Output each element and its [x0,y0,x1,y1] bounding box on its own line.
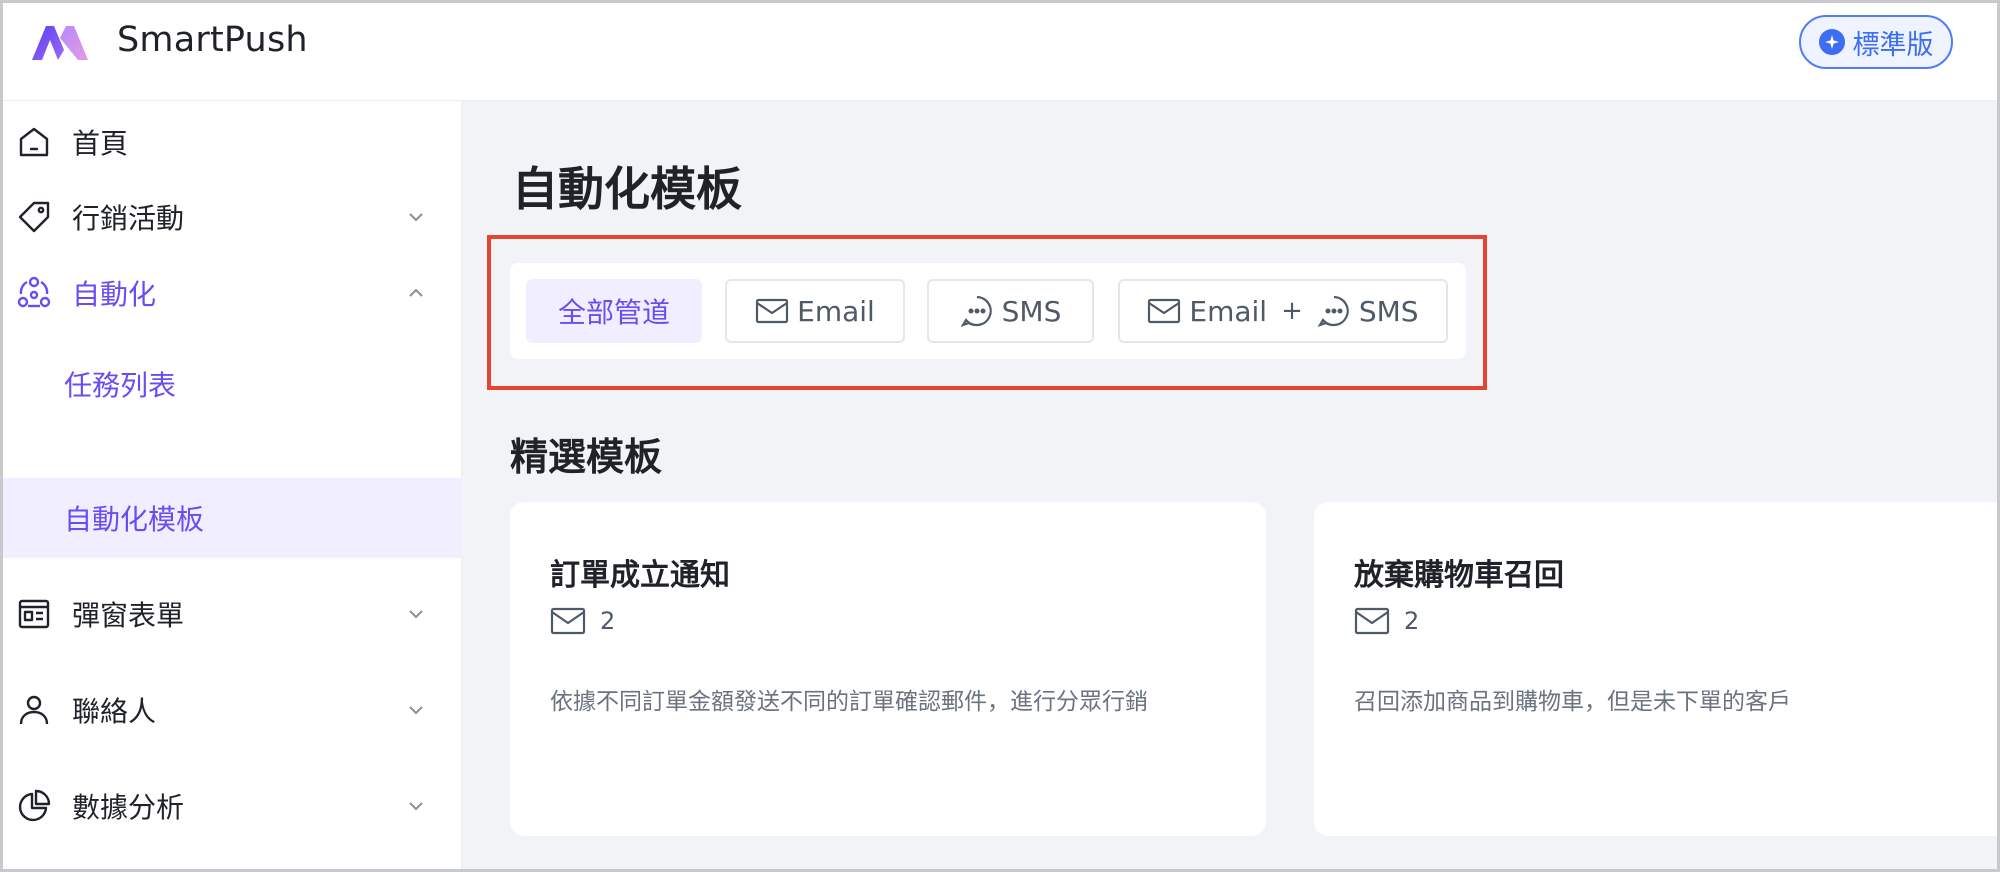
card-description: 召回添加商品到購物車，但是未下單的客戶 [1354,689,1791,715]
form-window-icon [18,599,50,629]
filter-sms[interactable]: SMS [927,279,1094,343]
sidebar-item-label: 行銷活動 [72,202,185,235]
top-header: SmartPush 標準版 [0,0,2000,101]
plus-sign: + [1281,296,1303,326]
card-title: 放棄購物車召回 [1354,558,1564,593]
pie-chart-icon [18,789,51,822]
card-title: 訂單成立通知 [550,558,730,593]
sidebar-item-home[interactable]: 首頁 [0,102,462,182]
filter-all-channels[interactable]: 全部管道 [526,279,702,343]
filter-label: SMS [1001,294,1062,328]
template-card[interactable]: 放棄購物車召回 2 召回添加商品到購物車，但是未下單的客戶 [1314,502,2000,836]
filter-label: SMS [1358,294,1419,328]
chat-bubble-icon [960,295,992,327]
sidebar-subitem-automation-templates[interactable]: 自動化模板 [0,478,462,558]
template-card[interactable]: 訂單成立通知 2 依據不同訂單金額發送不同的訂單確認郵件，進行分眾行銷 [510,502,1266,836]
filter-label: Email [1189,294,1268,328]
envelope-icon [756,298,789,324]
tag-icon [18,201,50,233]
user-icon [19,695,49,725]
sidebar-item-popup-forms[interactable]: 彈窗表單 [0,574,462,654]
sidebar-subitem-label: 自動化模板 [64,503,205,536]
page-title: 自動化模板 [512,162,742,216]
sidebar-item-analytics[interactable]: 數據分析 [0,766,462,846]
chevron-down-icon [409,213,423,222]
channel-filter-bar: 全部管道 Email SMS Email + SMS [510,263,1466,359]
sidebar: 首頁 行銷活動 自動化 任務列表 自動化模板 彈窗表單 聯絡人 數據分析 [0,101,462,872]
email-count: 2 [1404,607,1420,635]
plan-badge-label: 標準版 [1852,29,1934,61]
smartpush-logo-icon[interactable] [30,22,96,62]
sidebar-item-contacts[interactable]: 聯絡人 [0,670,462,750]
filter-label: 全部管道 [557,296,670,329]
sparkle-icon [1818,29,1845,55]
sidebar-subitem-task-list[interactable]: 任務列表 [0,344,462,424]
sidebar-item-label: 彈窗表單 [72,599,185,632]
sidebar-subitem-label: 任務列表 [64,369,177,402]
section-title: 精選模板 [510,435,663,479]
envelope-icon [1148,298,1181,324]
chat-bubble-icon [1317,295,1349,327]
sidebar-item-label: 首頁 [72,127,129,160]
sidebar-item-label: 數據分析 [72,791,185,824]
card-description: 依據不同訂單金額發送不同的訂單確認郵件，進行分眾行銷 [550,689,1148,715]
sidebar-item-label: 聯絡人 [72,695,157,728]
sidebar-item-marketing[interactable]: 行銷活動 [0,177,462,257]
chevron-down-icon [409,706,423,715]
card-meta: 2 [1354,606,1419,636]
main-content: 自動化模板 全部管道 Email SMS Email + SMS 精選模板 訂單… [462,101,2000,872]
sidebar-item-label: 自動化 [72,278,157,311]
sidebar-item-automation[interactable]: 自動化 [0,253,462,333]
filter-email[interactable]: Email [725,279,905,343]
envelope-icon [550,607,586,635]
plan-badge[interactable]: 標準版 [1799,15,1953,69]
email-count: 2 [600,607,616,635]
brand-name: SmartPush [117,20,308,60]
chevron-down-icon [409,610,423,619]
envelope-icon [1354,607,1390,635]
card-meta: 2 [550,606,615,636]
filter-email-plus-sms[interactable]: Email + SMS [1118,279,1448,343]
chevron-up-icon [409,288,423,297]
chevron-down-icon [409,802,423,811]
automation-icon [17,276,51,308]
filter-label: Email [797,294,875,328]
home-icon [19,127,49,157]
